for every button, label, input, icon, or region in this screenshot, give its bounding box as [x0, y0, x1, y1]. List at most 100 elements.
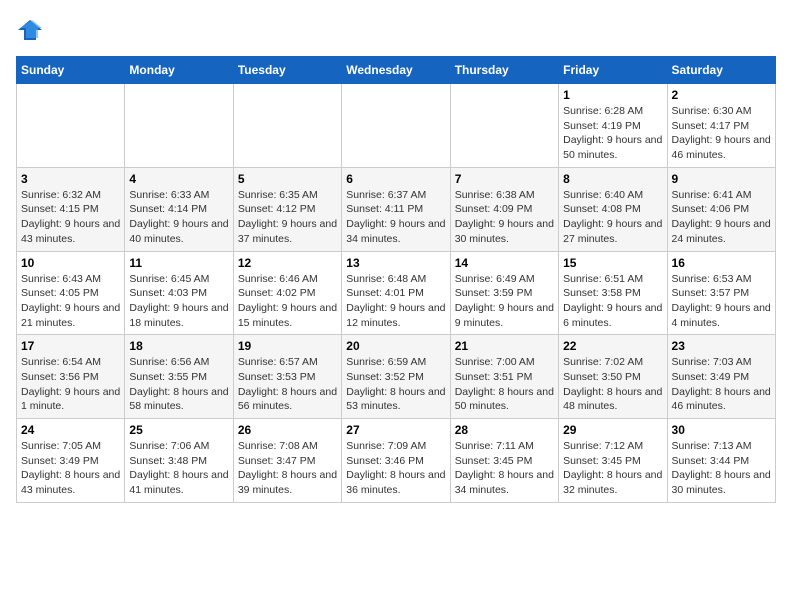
day-info: Sunrise: 6:33 AM Sunset: 4:14 PM Dayligh… [129, 188, 228, 247]
day-number: 5 [238, 172, 337, 186]
logo [16, 16, 48, 44]
calendar-cell: 12 Sunrise: 6:46 AM Sunset: 4:02 PM Dayli… [233, 251, 341, 335]
weekday-header-monday: Monday [125, 57, 233, 84]
calendar-cell: 11Sunrise: 6:45 AM Sunset: 4:03 PM Dayli… [125, 251, 233, 335]
calendar-cell: 9 Sunrise: 6:41 AM Sunset: 4:06 PM Daylig… [667, 167, 775, 251]
calendar-cell: 26 Sunrise: 7:08 AM Sunset: 3:47 PM Dayli… [233, 419, 341, 503]
calendar-cell: 1Sunrise: 6:28 AM Sunset: 4:19 PM Daylig… [559, 84, 667, 168]
day-info: Sunrise: 6:40 AM Sunset: 4:08 PM Dayligh… [563, 188, 662, 247]
day-info: Sunrise: 6:53 AM Sunset: 3:57 PM Dayligh… [672, 272, 771, 331]
day-info: Sunrise: 6:43 AM Sunset: 4:05 PM Dayligh… [21, 272, 120, 331]
calendar-cell [125, 84, 233, 168]
day-info: Sunrise: 7:06 AM Sunset: 3:48 PM Dayligh… [129, 439, 228, 498]
calendar-cell: 17 Sunrise: 6:54 AM Sunset: 3:56 PM Dayli… [17, 335, 125, 419]
calendar-cell: 18 Sunrise: 6:56 AM Sunset: 3:55 PM Dayli… [125, 335, 233, 419]
day-info: Sunrise: 6:51 AM Sunset: 3:58 PM Dayligh… [563, 272, 662, 331]
calendar-cell: 14Sunrise: 6:49 AM Sunset: 3:59 PM Dayli… [450, 251, 558, 335]
day-number: 29 [563, 423, 662, 437]
day-number: 6 [346, 172, 445, 186]
day-info: Sunrise: 7:08 AM Sunset: 3:47 PM Dayligh… [238, 439, 337, 498]
week-row-2: 3 Sunrise: 6:32 AM Sunset: 4:15 PM Daylig… [17, 167, 776, 251]
calendar-cell: 20 Sunrise: 6:59 AM Sunset: 3:52 PM Dayli… [342, 335, 450, 419]
day-info: Sunrise: 6:35 AM Sunset: 4:12 PM Dayligh… [238, 188, 337, 247]
day-number: 16 [672, 256, 771, 270]
calendar-cell: 10 Sunrise: 6:43 AM Sunset: 4:05 PM Dayli… [17, 251, 125, 335]
day-info: Sunrise: 7:00 AM Sunset: 3:51 PM Dayligh… [455, 355, 554, 414]
calendar-cell: 30 Sunrise: 7:13 AM Sunset: 3:44 PM Dayli… [667, 419, 775, 503]
weekday-header-sunday: Sunday [17, 57, 125, 84]
weekday-header-thursday: Thursday [450, 57, 558, 84]
calendar-cell: 21Sunrise: 7:00 AM Sunset: 3:51 PM Dayli… [450, 335, 558, 419]
day-number: 18 [129, 339, 228, 353]
day-number: 19 [238, 339, 337, 353]
calendar-cell: 29Sunrise: 7:12 AM Sunset: 3:45 PM Dayli… [559, 419, 667, 503]
calendar-cell: 15 Sunrise: 6:51 AM Sunset: 3:58 PM Dayli… [559, 251, 667, 335]
day-info: Sunrise: 7:02 AM Sunset: 3:50 PM Dayligh… [563, 355, 662, 414]
calendar-cell: 19Sunrise: 6:57 AM Sunset: 3:53 PM Dayli… [233, 335, 341, 419]
day-number: 4 [129, 172, 228, 186]
day-info: Sunrise: 7:09 AM Sunset: 3:46 PM Dayligh… [346, 439, 445, 498]
calendar-cell: 27Sunrise: 7:09 AM Sunset: 3:46 PM Dayli… [342, 419, 450, 503]
day-number: 10 [21, 256, 120, 270]
day-number: 13 [346, 256, 445, 270]
calendar-cell [450, 84, 558, 168]
day-number: 25 [129, 423, 228, 437]
day-info: Sunrise: 6:49 AM Sunset: 3:59 PM Dayligh… [455, 272, 554, 331]
calendar-table: SundayMondayTuesdayWednesdayThursdayFrid… [16, 56, 776, 503]
day-info: Sunrise: 6:59 AM Sunset: 3:52 PM Dayligh… [346, 355, 445, 414]
weekday-header-wednesday: Wednesday [342, 57, 450, 84]
day-number: 8 [563, 172, 662, 186]
day-number: 28 [455, 423, 554, 437]
day-info: Sunrise: 6:56 AM Sunset: 3:55 PM Dayligh… [129, 355, 228, 414]
calendar-cell [17, 84, 125, 168]
day-number: 15 [563, 256, 662, 270]
day-info: Sunrise: 6:37 AM Sunset: 4:11 PM Dayligh… [346, 188, 445, 247]
day-number: 3 [21, 172, 120, 186]
day-number: 22 [563, 339, 662, 353]
week-row-5: 24 Sunrise: 7:05 AM Sunset: 3:49 PM Dayli… [17, 419, 776, 503]
day-number: 23 [672, 339, 771, 353]
day-number: 30 [672, 423, 771, 437]
day-number: 17 [21, 339, 120, 353]
calendar-cell: 5 Sunrise: 6:35 AM Sunset: 4:12 PM Daylig… [233, 167, 341, 251]
day-number: 12 [238, 256, 337, 270]
day-info: Sunrise: 7:05 AM Sunset: 3:49 PM Dayligh… [21, 439, 120, 498]
day-info: Sunrise: 6:54 AM Sunset: 3:56 PM Dayligh… [21, 355, 120, 414]
day-number: 2 [672, 88, 771, 102]
calendar-cell: 6 Sunrise: 6:37 AM Sunset: 4:11 PM Daylig… [342, 167, 450, 251]
weekday-header-saturday: Saturday [667, 57, 775, 84]
calendar-cell: 16 Sunrise: 6:53 AM Sunset: 3:57 PM Dayli… [667, 251, 775, 335]
day-number: 9 [672, 172, 771, 186]
week-row-4: 17 Sunrise: 6:54 AM Sunset: 3:56 PM Dayli… [17, 335, 776, 419]
calendar-cell: 13Sunrise: 6:48 AM Sunset: 4:01 PM Dayli… [342, 251, 450, 335]
calendar-cell: 25 Sunrise: 7:06 AM Sunset: 3:48 PM Dayli… [125, 419, 233, 503]
week-row-3: 10 Sunrise: 6:43 AM Sunset: 4:05 PM Dayli… [17, 251, 776, 335]
weekday-header-friday: Friday [559, 57, 667, 84]
calendar-cell: 4 Sunrise: 6:33 AM Sunset: 4:14 PM Daylig… [125, 167, 233, 251]
day-info: Sunrise: 6:46 AM Sunset: 4:02 PM Dayligh… [238, 272, 337, 331]
day-number: 24 [21, 423, 120, 437]
day-info: Sunrise: 6:45 AM Sunset: 4:03 PM Dayligh… [129, 272, 228, 331]
calendar-cell [342, 84, 450, 168]
weekday-header-row: SundayMondayTuesdayWednesdayThursdayFrid… [17, 57, 776, 84]
calendar-cell: 22 Sunrise: 7:02 AM Sunset: 3:50 PM Dayli… [559, 335, 667, 419]
day-info: Sunrise: 6:32 AM Sunset: 4:15 PM Dayligh… [21, 188, 120, 247]
calendar-cell: 8 Sunrise: 6:40 AM Sunset: 4:08 PM Daylig… [559, 167, 667, 251]
calendar-cell: 7 Sunrise: 6:38 AM Sunset: 4:09 PM Daylig… [450, 167, 558, 251]
day-info: Sunrise: 6:28 AM Sunset: 4:19 PM Dayligh… [563, 104, 662, 163]
day-info: Sunrise: 7:13 AM Sunset: 3:44 PM Dayligh… [672, 439, 771, 498]
day-info: Sunrise: 7:03 AM Sunset: 3:49 PM Dayligh… [672, 355, 771, 414]
week-row-1: 1Sunrise: 6:28 AM Sunset: 4:19 PM Daylig… [17, 84, 776, 168]
day-number: 7 [455, 172, 554, 186]
calendar-cell: 24 Sunrise: 7:05 AM Sunset: 3:49 PM Dayli… [17, 419, 125, 503]
calendar-cell [233, 84, 341, 168]
day-number: 26 [238, 423, 337, 437]
weekday-header-tuesday: Tuesday [233, 57, 341, 84]
calendar-cell: 3 Sunrise: 6:32 AM Sunset: 4:15 PM Daylig… [17, 167, 125, 251]
day-number: 20 [346, 339, 445, 353]
page-header [16, 16, 776, 44]
day-info: Sunrise: 7:11 AM Sunset: 3:45 PM Dayligh… [455, 439, 554, 498]
day-info: Sunrise: 6:41 AM Sunset: 4:06 PM Dayligh… [672, 188, 771, 247]
day-info: Sunrise: 6:38 AM Sunset: 4:09 PM Dayligh… [455, 188, 554, 247]
calendar-cell: 28 Sunrise: 7:11 AM Sunset: 3:45 PM Dayli… [450, 419, 558, 503]
